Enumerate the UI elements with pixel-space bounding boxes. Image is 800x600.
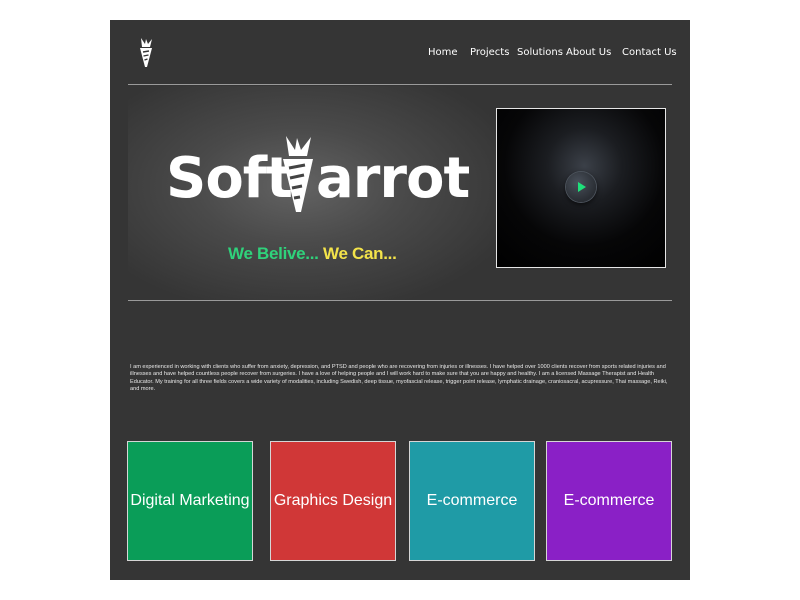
- brand-name-left: Soft: [166, 146, 293, 211]
- nav-about-us[interactable]: About Us: [566, 47, 611, 58]
- brand-logo: Soft arrot: [166, 132, 470, 252]
- main-nav: Home Projects Solutions About Us Contact…: [110, 47, 690, 61]
- tagline-part-2: We Can...: [323, 244, 397, 263]
- service-tile-digital-marketing[interactable]: Digital Marketing: [127, 441, 253, 561]
- play-button[interactable]: [566, 172, 596, 202]
- carrot-icon: [283, 136, 313, 212]
- service-tile-graphics-design[interactable]: Graphics Design: [270, 441, 396, 561]
- header-divider: [128, 84, 672, 85]
- nav-solutions[interactable]: Solutions: [517, 47, 563, 58]
- brand-name-right: arrot: [316, 146, 470, 211]
- video-player[interactable]: [496, 108, 666, 268]
- nav-contact-us[interactable]: Contact Us: [622, 47, 677, 58]
- service-tile-e-commerce-2[interactable]: E-commerce: [546, 441, 672, 561]
- nav-projects[interactable]: Projects: [470, 47, 509, 58]
- page: Home Projects Solutions About Us Contact…: [110, 20, 690, 580]
- service-tile-e-commerce[interactable]: E-commerce: [409, 441, 535, 561]
- about-text: I am experienced in working with clients…: [130, 364, 668, 393]
- tagline: We Belive... We Can...: [228, 244, 397, 264]
- nav-home[interactable]: Home: [428, 47, 458, 58]
- tagline-part-1: We Belive...: [228, 244, 319, 263]
- hero-divider: [128, 300, 672, 301]
- play-icon[interactable]: [578, 182, 586, 192]
